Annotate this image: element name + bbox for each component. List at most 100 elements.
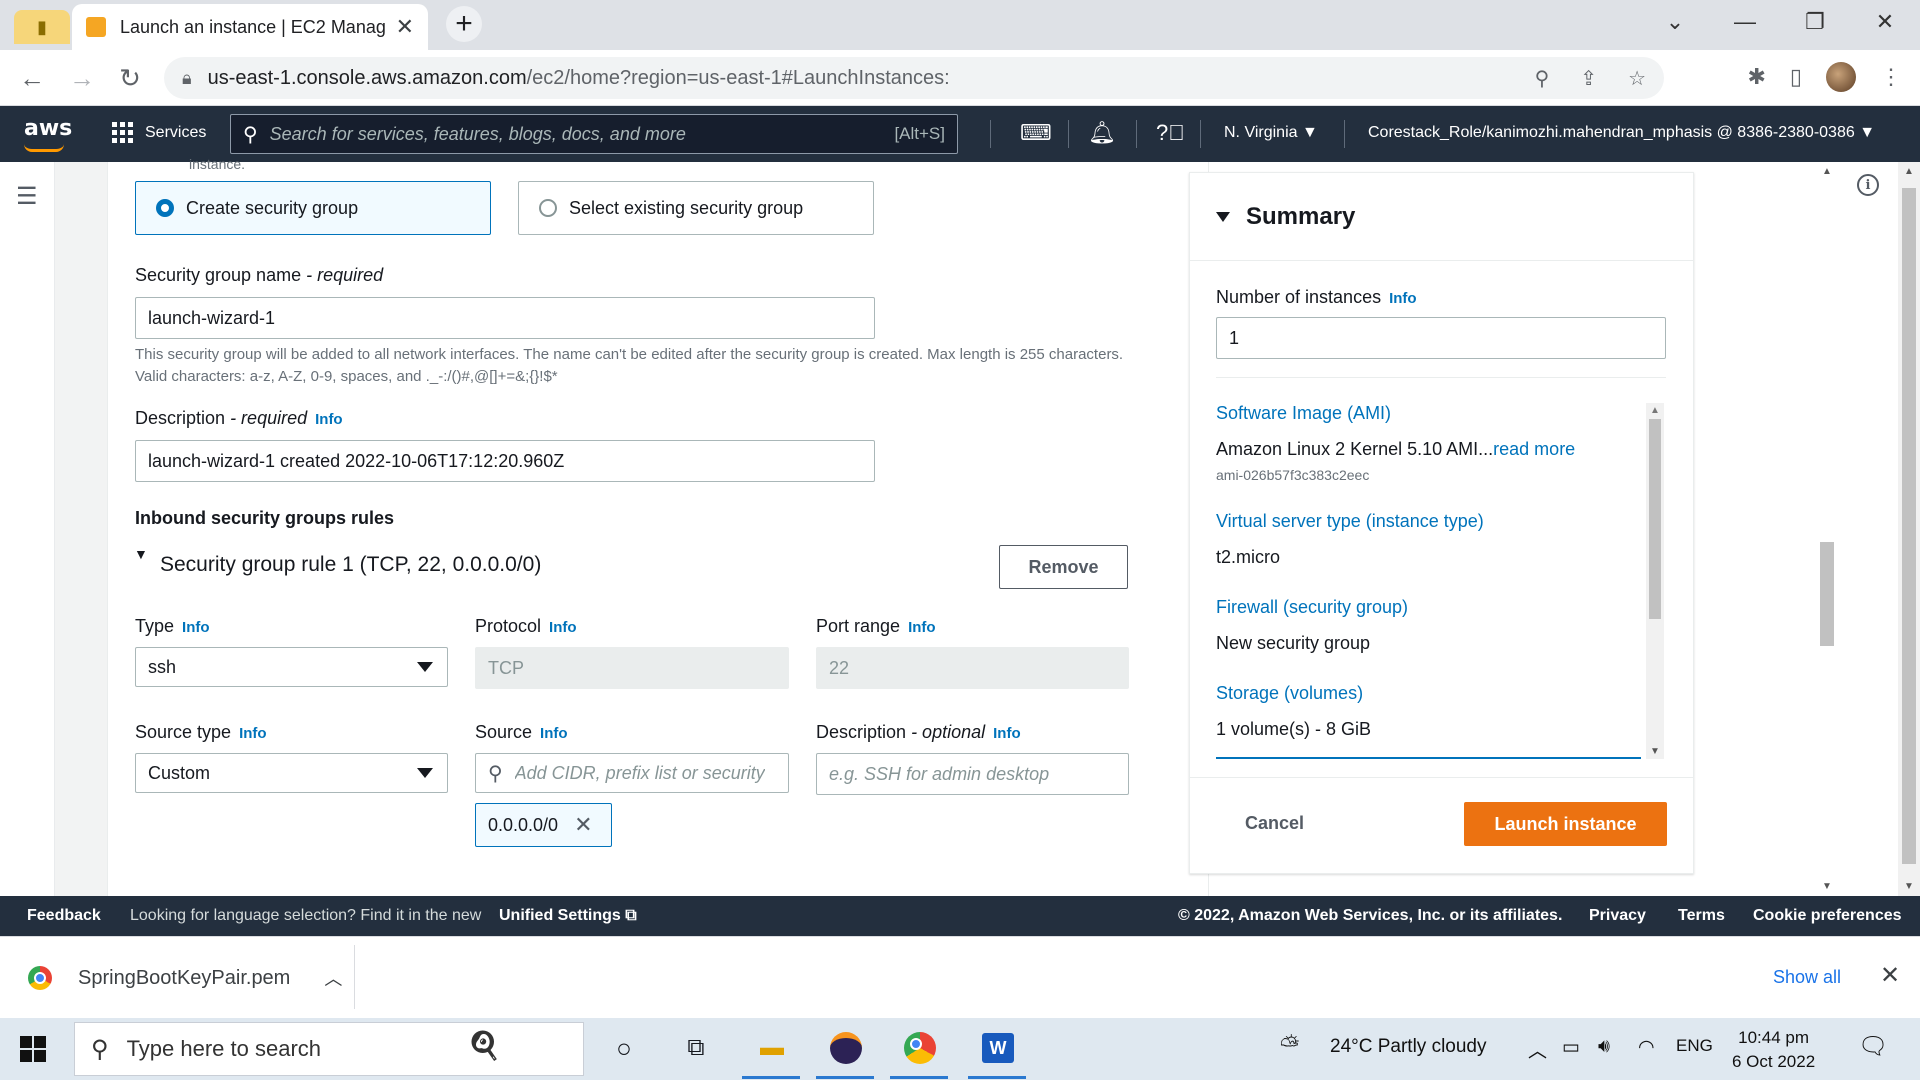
aws-logo[interactable]: aws [24, 116, 72, 141]
scroll-down-icon[interactable]: ▼ [1650, 746, 1660, 757]
info-link[interactable]: Info [1389, 290, 1417, 307]
lock-icon[interactable]: 🔒︎ [182, 68, 192, 89]
source-type-select[interactable]: Custom [135, 753, 448, 793]
scrollbar-thumb[interactable] [1649, 419, 1661, 619]
privacy-link[interactable]: Privacy [1589, 907, 1646, 925]
scrollbar-thumb[interactable] [1820, 542, 1834, 646]
scroll-down-icon[interactable]: ▼ [1904, 881, 1914, 892]
weather-icon[interactable]: ⛅︎ [1280, 1032, 1299, 1060]
region-selector[interactable]: N. Virginia ▼ [1224, 124, 1318, 142]
create-security-group-option[interactable]: Create security group [135, 181, 491, 235]
aws-search-input[interactable]: ⚲ Search for services, features, blogs, … [230, 114, 958, 154]
summary-header[interactable]: Summary [1190, 173, 1693, 261]
scroll-up-icon[interactable]: ▲ [1822, 166, 1832, 177]
running-indicator [890, 1076, 948, 1079]
cortana-icon[interactable]: ○ [604, 1028, 644, 1068]
taskbar-clock[interactable]: 10:44 pm 6 Oct 2022 [1732, 1026, 1815, 1074]
summary-scrollbar[interactable]: ▲ ▼ [1646, 403, 1664, 759]
scroll-up-icon[interactable]: ▲ [1650, 405, 1660, 416]
back-arrow-icon[interactable]: ← [16, 62, 48, 94]
weather-widget[interactable]: 24°C Partly cloudy [1330, 1036, 1487, 1058]
star-icon[interactable]: ☆ [1628, 68, 1646, 90]
extensions-puzzle-icon[interactable]: ✱ [1747, 64, 1765, 90]
pinned-tab[interactable]: ▮ [14, 10, 70, 44]
task-view-icon[interactable]: ⧉ [676, 1028, 716, 1068]
radio-selected[interactable] [156, 199, 174, 217]
scroll-down-icon[interactable]: ▼ [1822, 881, 1832, 892]
profile-avatar[interactable] [1826, 62, 1856, 92]
scrollbar-thumb[interactable] [1902, 188, 1916, 864]
storage-link[interactable]: Storage (volumes) [1216, 683, 1363, 704]
ami-link[interactable]: Software Image (AMI) [1216, 403, 1391, 424]
chevron-up-icon[interactable]: ︿ [324, 965, 342, 991]
cancel-button[interactable]: Cancel [1245, 813, 1304, 834]
account-menu[interactable]: Corestack_Role/kanimozhi.mahendran_mphas… [1368, 124, 1875, 142]
new-tab-button[interactable]: + [446, 6, 482, 42]
rule-title[interactable]: Security group rule 1 (TCP, 22, 0.0.0.0/… [160, 553, 541, 577]
page-scrollbar[interactable]: ▲ ▼ [1898, 162, 1920, 896]
radio-unselected[interactable] [539, 199, 557, 217]
type-select[interactable]: ssh [135, 647, 448, 687]
services-menu[interactable]: Services [112, 122, 206, 143]
restore-icon[interactable]: ❐ [1780, 0, 1850, 44]
num-instances-input[interactable]: 1 [1216, 317, 1666, 359]
launch-instance-button[interactable]: Launch instance [1464, 802, 1667, 846]
address-bar[interactable]: 🔒︎ us-east-1.console.aws.amazon.com/ec2/… [164, 57, 1664, 99]
show-all-button[interactable]: Show all [1752, 957, 1862, 997]
cookie-preferences-link[interactable]: Cookie preferences [1753, 907, 1902, 925]
more-menu-icon[interactable]: ⋮ [1880, 64, 1902, 90]
info-link[interactable]: Info [239, 725, 267, 742]
info-link[interactable]: Info [315, 411, 343, 428]
windows-start-icon[interactable] [20, 1036, 46, 1062]
rule-description-input[interactable]: e.g. SSH for admin desktop [816, 753, 1129, 795]
terms-link[interactable]: Terms [1678, 907, 1725, 925]
eclipse-icon[interactable] [826, 1028, 866, 1068]
info-link[interactable]: Info [549, 619, 577, 636]
collapse-rule-caret-icon[interactable]: ▼ [134, 546, 148, 562]
info-link[interactable]: Info [908, 619, 936, 636]
browser-tab-active[interactable]: Launch an instance | EC2 Manage ✕ [72, 4, 428, 50]
minimize-icon[interactable]: — [1710, 0, 1780, 44]
close-tab-icon[interactable]: ✕ [396, 14, 414, 40]
download-item[interactable]: SpringBootKeyPair.pem ︿ [28, 965, 342, 991]
content-scrollbar[interactable]: ▲ ▼ [1818, 162, 1836, 896]
info-link[interactable]: Info [540, 725, 568, 742]
language-indicator[interactable]: ENG [1676, 1036, 1713, 1056]
firewall-link[interactable]: Firewall (security group) [1216, 597, 1408, 618]
chrome-icon[interactable] [900, 1028, 940, 1068]
remove-rule-button[interactable]: Remove [999, 545, 1128, 589]
reload-icon[interactable]: ↻ [114, 62, 146, 94]
select-existing-security-group-option[interactable]: Select existing security group [518, 181, 874, 235]
file-explorer-icon[interactable]: ▬ [752, 1028, 792, 1068]
side-panel-icon[interactable]: ▯ [1790, 64, 1802, 90]
read-more-link[interactable]: read more [1493, 439, 1575, 459]
instance-type-link[interactable]: Virtual server type (instance type) [1216, 511, 1484, 532]
scroll-up-icon[interactable]: ▲ [1904, 166, 1914, 177]
zoom-icon[interactable]: ⚲ [1535, 68, 1550, 90]
taskbar-search-input[interactable]: ⚲ Type here to search 🍳︎ [74, 1022, 584, 1076]
wifi-icon[interactable]: ◠ [1638, 1036, 1655, 1059]
unified-settings-link[interactable]: Unified Settings ⧉ [499, 907, 637, 925]
share-icon[interactable]: ⇪ [1580, 68, 1597, 90]
word-icon[interactable]: W [978, 1028, 1018, 1068]
close-download-shelf-icon[interactable]: ✕ [1880, 961, 1900, 990]
remove-token-icon[interactable]: ✕ [574, 812, 592, 838]
help-icon[interactable]: ?⃝ [1156, 120, 1185, 146]
volume-icon[interactable]: 🔊︎ [1598, 1036, 1610, 1058]
battery-icon[interactable]: ▭ [1562, 1036, 1580, 1059]
menu-hamburger-icon[interactable]: ☰ [16, 182, 38, 211]
description-input[interactable]: launch-wizard-1 created 2022-10-06T17:12… [135, 440, 875, 482]
notifications-bell-icon[interactable]: 🔔︎ [1088, 120, 1116, 146]
info-panel-icon[interactable]: i [1857, 174, 1879, 196]
tab-search-icon[interactable]: ⌄ [1640, 0, 1710, 44]
feedback-link[interactable]: Feedback [27, 907, 101, 925]
notification-center-icon[interactable]: 🗨︎ [1858, 1032, 1888, 1061]
sg-name-input[interactable]: launch-wizard-1 [135, 297, 875, 339]
chevron-up-icon[interactable]: ︿ [1528, 1036, 1547, 1063]
info-link[interactable]: Info [182, 619, 210, 636]
info-link[interactable]: Info [993, 725, 1021, 742]
cloudshell-icon[interactable]: ⌨ [1020, 120, 1052, 146]
window-close-icon[interactable]: ✕ [1850, 0, 1920, 44]
forward-arrow-icon[interactable]: → [66, 62, 98, 94]
source-input[interactable]: ⚲ Add CIDR, prefix list or security [475, 753, 789, 793]
